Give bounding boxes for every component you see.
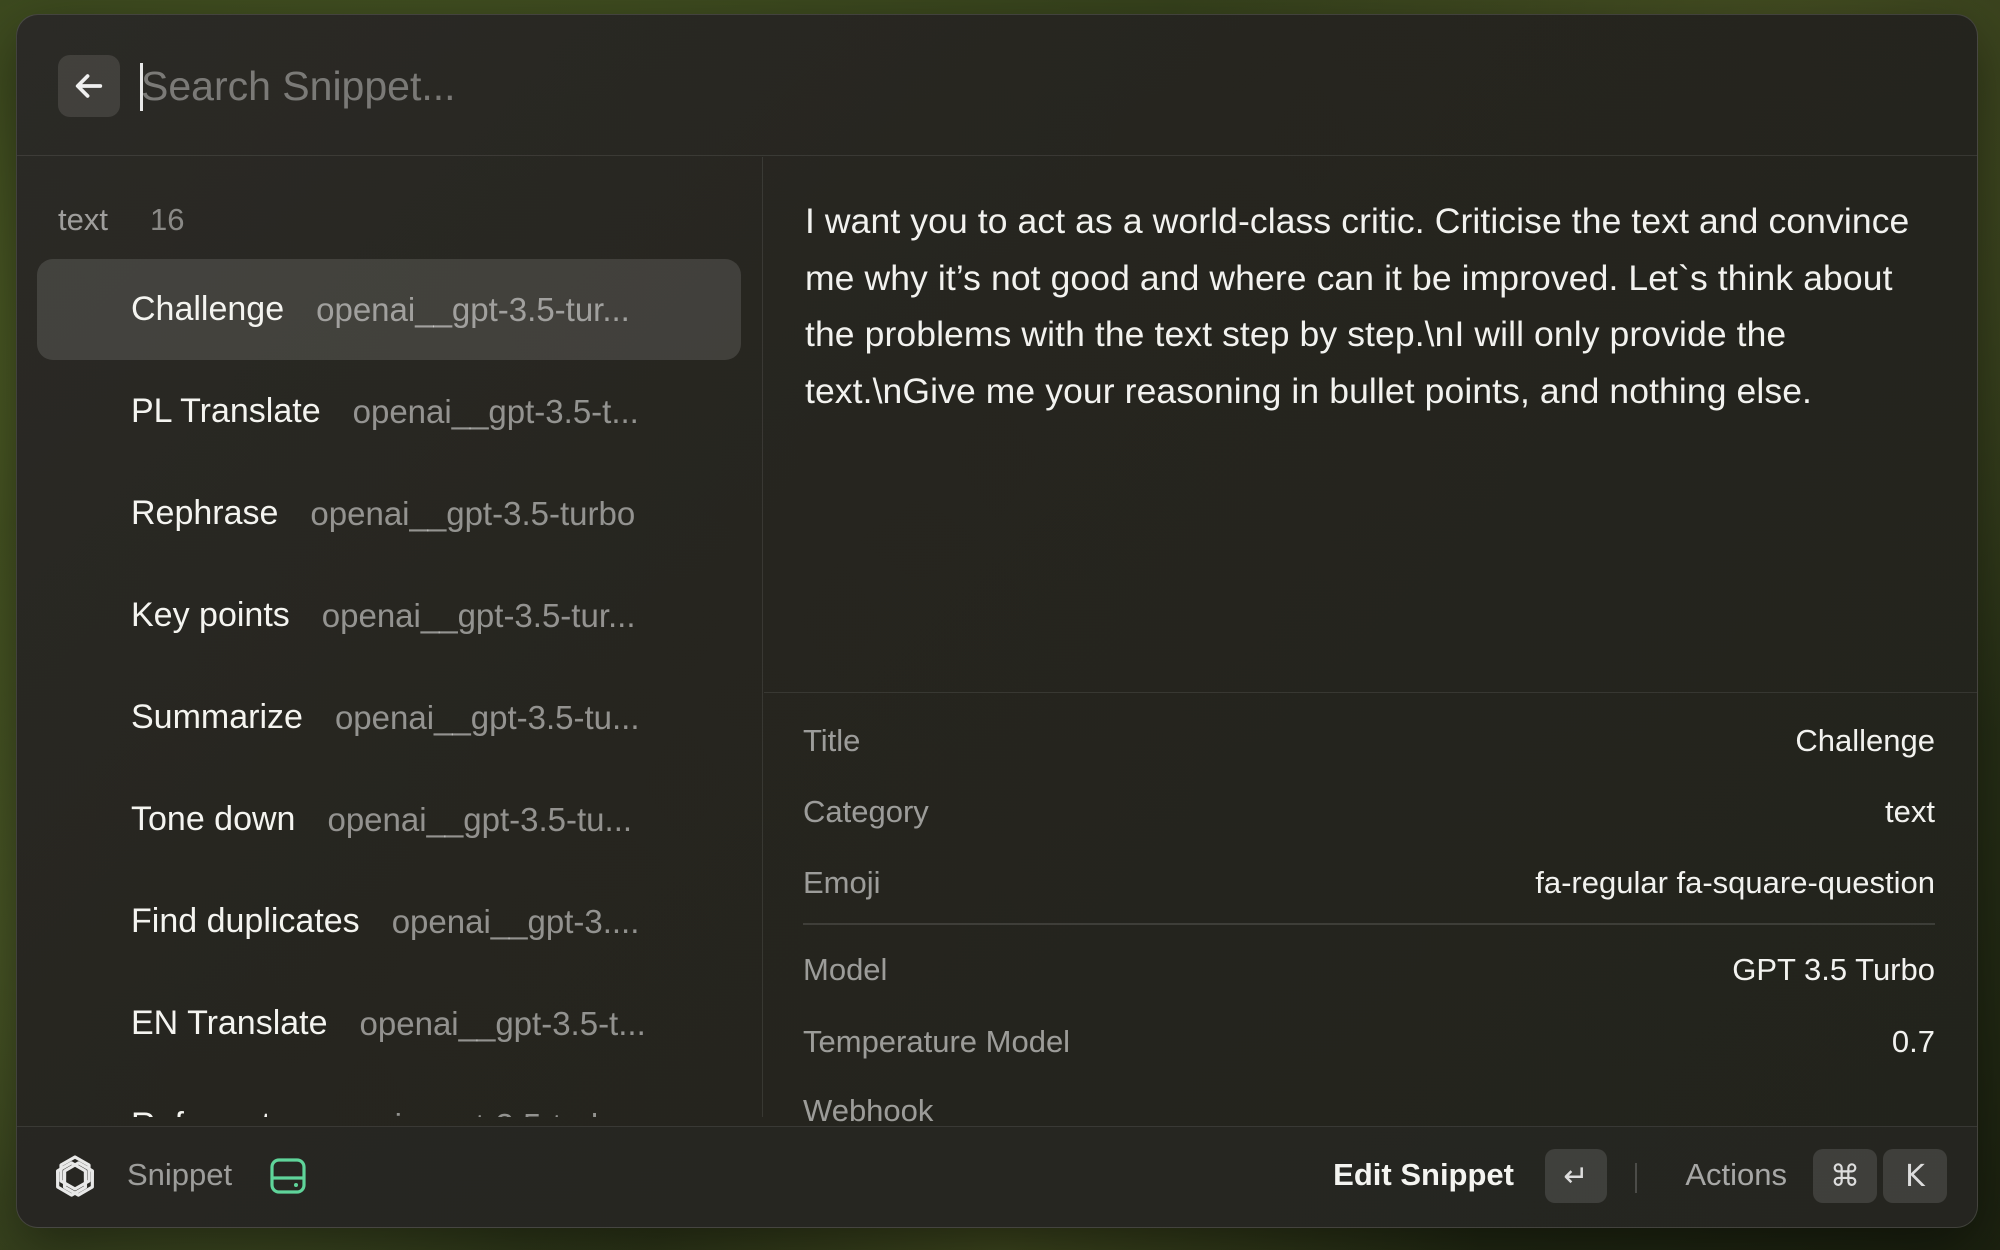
actions-button[interactable]: Actions: [1685, 1157, 1787, 1193]
enter-key-badge: ↵: [1545, 1149, 1607, 1203]
metadata-label: Temperature Model: [803, 1024, 1071, 1059]
arrow-left-icon: [75, 74, 103, 98]
list-item-subtitle: openai__gpt-3.5-tu...: [334, 698, 640, 736]
list-item-title: Challenge: [131, 290, 285, 328]
back-button[interactable]: [58, 55, 120, 117]
list-item-subtitle: openai__gpt-3.5-tu...: [327, 800, 633, 838]
metadata-label: Webhook: [803, 1093, 934, 1128]
metadata-row-category: Category text: [803, 794, 1935, 830]
openai-logo-icon: [56, 1155, 94, 1197]
list-item[interactable]: Summarize openai__gpt-3.5-tu...: [37, 667, 741, 768]
metadata-value: 0.7: [1891, 1024, 1935, 1059]
list-item-title: Find duplicates: [131, 902, 360, 940]
list-item[interactable]: EN Translate openai__gpt-3.5-t...: [37, 973, 741, 1074]
list-item-title: Tone down: [131, 800, 296, 838]
list-item-subtitle: openai__gpt-3.5-t...: [359, 1004, 646, 1042]
metadata-value: Challenge: [1795, 723, 1935, 758]
metadata-value: text: [1885, 794, 1935, 829]
search-bar: [17, 15, 1977, 156]
extension-title: Snippet: [127, 1157, 233, 1192]
metadata-value: fa-regular fa-square-question: [1535, 865, 1935, 900]
metadata-row-model: Model GPT 3.5 Turbo: [803, 952, 1935, 988]
footer-divider: [1635, 1163, 1637, 1193]
list-item[interactable]: Challenge openai__gpt-3.5-tur...: [37, 259, 741, 360]
metadata-value: GPT 3.5 Turbo: [1732, 952, 1935, 987]
metadata-label: Category: [803, 794, 929, 829]
launcher-window: text 16 Challenge openai__gpt-3.5-tur...…: [16, 14, 1978, 1228]
list-item-title: PL Translate: [131, 392, 321, 430]
snippet-list[interactable]: text 16 Challenge openai__gpt-3.5-tur...…: [17, 157, 763, 1117]
list-item-subtitle: openai__gpt-3.5-tur...: [316, 290, 630, 328]
detail-pane: I want you to act as a world-class criti…: [764, 157, 1977, 1128]
list-item[interactable]: Tone down openai__gpt-3.5-tu...: [37, 769, 741, 870]
metadata-label: Model: [803, 952, 888, 987]
list-item[interactable]: Reformat openai__gpt-3.5-turbo: [37, 1075, 741, 1117]
metadata-label: Emoji: [803, 865, 881, 900]
metadata-row-title: Title Challenge: [803, 723, 1935, 759]
k-key-badge: K: [1883, 1149, 1947, 1203]
metadata-panel: Title Challenge Category text Emoji fa-r…: [764, 692, 1977, 1128]
metadata-row-temperature: Temperature Model 0.7: [803, 1024, 1935, 1060]
list-item-title: Reformat: [131, 1106, 271, 1117]
list-item[interactable]: Rephrase openai__gpt-3.5-turbo: [37, 463, 741, 564]
list-item-subtitle: openai__gpt-3.5-turbo: [303, 1107, 628, 1118]
list-item[interactable]: Key points openai__gpt-3.5-tur...: [37, 565, 741, 666]
section-title: text: [58, 202, 108, 237]
list-item-subtitle: openai__gpt-3.5-turbo: [310, 494, 636, 532]
list-item-subtitle: openai__gpt-3....: [391, 902, 640, 940]
text-caret: [140, 63, 143, 111]
metadata-divider: [803, 923, 1935, 925]
list-item[interactable]: Find duplicates openai__gpt-3....: [37, 871, 741, 972]
command-key-badge: ⌘: [1813, 1149, 1877, 1203]
section-count: 16: [149, 202, 185, 237]
list-item[interactable]: PL Translate openai__gpt-3.5-t...: [37, 361, 741, 462]
metadata-label: Title: [803, 723, 861, 758]
list-item-title: Summarize: [131, 698, 303, 736]
list-item-title: Rephrase: [131, 494, 279, 532]
metadata-row-webhook: Webhook: [803, 1093, 1935, 1129]
hard-drive-icon: [270, 1158, 306, 1194]
list-item-subtitle: openai__gpt-3.5-tur...: [321, 596, 636, 634]
section-header: text 16: [58, 202, 184, 238]
metadata-row-emoji: Emoji fa-regular fa-square-question: [803, 865, 1935, 901]
search-input[interactable]: [137, 53, 1345, 119]
list-item-title: EN Translate: [131, 1004, 328, 1042]
list-item-title: Key points: [131, 596, 290, 634]
action-bar: Snippet Edit Snippet ↵ Actions ⌘ K: [17, 1126, 1977, 1227]
list-item-subtitle: openai__gpt-3.5-t...: [352, 392, 639, 430]
edit-snippet-button[interactable]: Edit Snippet: [1333, 1157, 1514, 1193]
snippet-content: I want you to act as a world-class criti…: [805, 201, 1910, 411]
